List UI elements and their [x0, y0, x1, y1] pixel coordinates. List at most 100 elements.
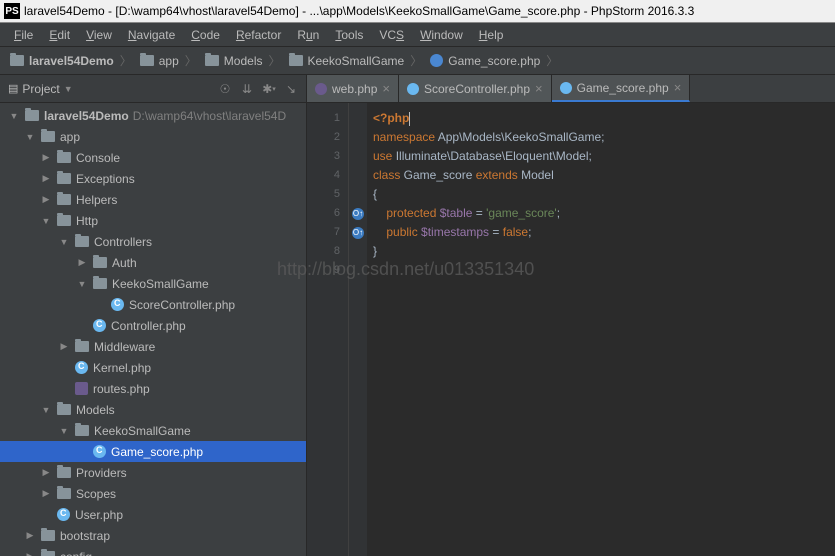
tree-kernel[interactable]: Kernel.php — [0, 357, 306, 378]
arrow-icon[interactable] — [76, 257, 88, 268]
override-icon[interactable]: O↑ — [352, 208, 364, 220]
tree-label: Scopes — [76, 487, 116, 501]
tree-routes[interactable]: routes.php — [0, 378, 306, 399]
menu-code[interactable]: Code — [183, 28, 228, 42]
arrow-icon[interactable] — [40, 194, 52, 205]
hide-icon[interactable]: ↘ — [284, 82, 298, 96]
arrow-icon[interactable] — [40, 216, 52, 226]
arrow-icon[interactable] — [24, 132, 36, 142]
tab-game-score[interactable]: Game_score.php× — [552, 75, 691, 102]
menu-refactor[interactable]: Refactor — [228, 28, 289, 42]
tree-game-score[interactable]: Game_score.php — [0, 441, 306, 462]
arrow-icon[interactable] — [24, 551, 36, 556]
folder-icon — [289, 55, 303, 66]
arrow-icon[interactable] — [76, 279, 88, 289]
tree-config[interactable]: config — [0, 546, 306, 556]
tree-models-keeko[interactable]: KeekoSmallGame — [0, 420, 306, 441]
app-icon: PS — [4, 3, 20, 19]
tree-app[interactable]: app — [0, 126, 306, 147]
tree-controller[interactable]: Controller.php — [0, 315, 306, 336]
arrow-icon[interactable] — [40, 152, 52, 163]
arrow-icon[interactable] — [8, 111, 20, 121]
chevron-down-icon[interactable]: ▼ — [64, 84, 73, 94]
editor-area: web.php× ScoreController.php× Game_score… — [307, 75, 835, 556]
crumb-keeko[interactable]: KeekoSmallGame〉 — [285, 52, 427, 69]
override-icon[interactable]: O↑ — [352, 227, 364, 239]
menu-run[interactable]: Run — [289, 28, 327, 42]
tree-console[interactable]: Console — [0, 147, 306, 168]
arrow-icon[interactable] — [40, 467, 52, 478]
tree-user[interactable]: User.php — [0, 504, 306, 525]
php-icon — [407, 83, 419, 95]
code-editor[interactable]: 123456789 O↑ O↑ <?php namespace App\Mode… — [307, 103, 835, 556]
tab-web[interactable]: web.php× — [307, 75, 399, 102]
tree-controllers[interactable]: Controllers — [0, 231, 306, 252]
tree-keekosmallgame[interactable]: KeekoSmallGame — [0, 273, 306, 294]
line-numbers: 123456789 — [307, 103, 349, 556]
tree-providers[interactable]: Providers — [0, 462, 306, 483]
php-icon — [560, 82, 572, 94]
tree-root[interactable]: laravel54DemoD:\wamp64\vhost\laravel54D — [0, 105, 306, 126]
collapse-all-icon[interactable]: ⇊ — [240, 82, 254, 96]
folder-icon — [41, 131, 55, 142]
tree-exceptions[interactable]: Exceptions — [0, 168, 306, 189]
tree-label: app — [60, 130, 80, 144]
tree-label: config — [60, 550, 92, 556]
arrow-icon[interactable] — [58, 237, 70, 247]
project-tree[interactable]: laravel54DemoD:\wamp64\vhost\laravel54D … — [0, 103, 306, 556]
menu-view[interactable]: View — [78, 28, 120, 42]
crumb-app[interactable]: app〉 — [136, 52, 201, 69]
arrow-icon[interactable] — [40, 488, 52, 499]
menu-vcs[interactable]: VCS — [371, 28, 412, 42]
tree-models[interactable]: Models — [0, 399, 306, 420]
tree-scopes[interactable]: Scopes — [0, 483, 306, 504]
project-icon: ▤ — [8, 82, 18, 95]
arrow-icon[interactable] — [58, 426, 70, 436]
arrow-icon[interactable] — [24, 530, 36, 541]
main-container: ▤ Project ▼ ☉ ⇊ ✱▾ ↘ laravel54DemoD:\wam… — [0, 75, 835, 556]
tab-scorecontroller[interactable]: ScoreController.php× — [399, 75, 552, 102]
tree-middleware[interactable]: Middleware — [0, 336, 306, 357]
menu-edit[interactable]: Edit — [41, 28, 78, 42]
close-icon[interactable]: × — [382, 81, 390, 96]
routes-icon — [75, 382, 88, 395]
scroll-from-source-icon[interactable]: ☉ — [218, 82, 232, 96]
tree-auth[interactable]: Auth — [0, 252, 306, 273]
arrow-icon[interactable] — [40, 173, 52, 184]
close-icon[interactable]: × — [535, 81, 543, 96]
gear-icon[interactable]: ✱▾ — [262, 82, 276, 96]
tree-http[interactable]: Http — [0, 210, 306, 231]
folder-icon — [57, 488, 71, 499]
crumb-root[interactable]: laravel54Demo〉 — [6, 52, 136, 69]
folder-icon — [57, 194, 71, 205]
arrow-icon[interactable] — [40, 405, 52, 415]
crumb-file[interactable]: Game_score.php〉 — [426, 52, 562, 69]
tree-label: laravel54DemoD:\wamp64\vhost\laravel54D — [44, 109, 286, 123]
menu-navigate[interactable]: Navigate — [120, 28, 183, 42]
php-icon — [93, 445, 106, 458]
folder-icon — [25, 110, 39, 121]
php-icon — [430, 54, 443, 67]
tree-helpers[interactable]: Helpers — [0, 189, 306, 210]
menu-tools[interactable]: Tools — [327, 28, 371, 42]
folder-icon — [41, 551, 55, 556]
close-icon[interactable]: × — [674, 80, 682, 95]
menu-help[interactable]: Help — [471, 28, 512, 42]
menu-bar: File Edit View Navigate Code Refactor Ru… — [0, 23, 835, 47]
crumb-label: laravel54Demo — [29, 54, 114, 68]
tree-label: routes.php — [93, 382, 150, 396]
tree-scorecontroller[interactable]: ScoreController.php — [0, 294, 306, 315]
tree-label: Http — [76, 214, 98, 228]
tree-bootstrap[interactable]: bootstrap — [0, 525, 306, 546]
folder-icon — [75, 425, 89, 436]
folder-icon — [75, 341, 89, 352]
crumb-models[interactable]: Models〉 — [201, 52, 285, 69]
php-icon — [57, 508, 70, 521]
menu-file[interactable]: File — [6, 28, 41, 42]
arrow-icon[interactable] — [58, 341, 70, 352]
folder-icon — [10, 55, 24, 66]
folder-icon — [140, 55, 154, 66]
code-content[interactable]: <?php namespace App\Models\KeekoSmallGam… — [367, 103, 835, 556]
menu-window[interactable]: Window — [412, 28, 471, 42]
tree-label: Console — [76, 151, 120, 165]
